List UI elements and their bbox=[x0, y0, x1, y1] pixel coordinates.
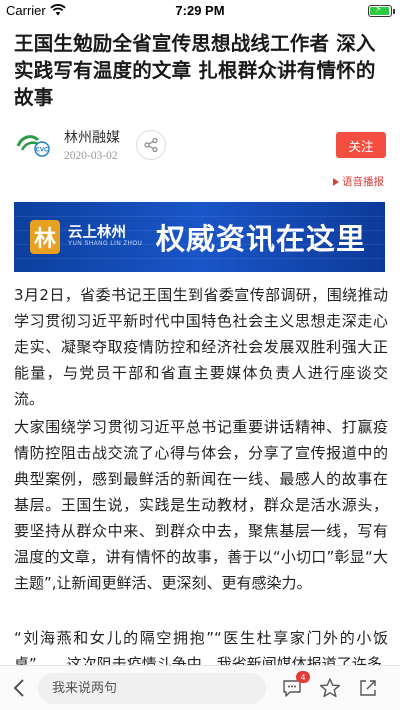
publish-date: 2020-03-02 bbox=[64, 150, 118, 162]
article-paragraph: 大家围绕学习贯彻习近平总书记重要讲话精神、打赢疫情防控阻击战交流了心得与体会，分… bbox=[14, 418, 388, 592]
svg-text:CVC: CVC bbox=[36, 148, 49, 154]
article-paragraph: “刘海燕和女儿的隔空拥抱”“医生杜享家门外的小饭桌”……这次阻击疫情斗争中，我省… bbox=[14, 629, 388, 665]
promo-banner[interactable]: 林 云上林州 YUN SHANG LIN ZHOU 权威资讯在这里 bbox=[14, 202, 385, 272]
article-paragraph: 3月2日，省委书记王国生到省委宣传部调研，围绕推动学习贯彻习近平新时代中国特色社… bbox=[14, 286, 388, 408]
comment-count-badge: 4 bbox=[296, 671, 310, 683]
back-button[interactable] bbox=[9, 677, 29, 699]
source-name[interactable]: 林州融媒 bbox=[64, 127, 120, 147]
banner-slogan: 权威资讯在这里 bbox=[156, 222, 367, 256]
play-icon bbox=[333, 177, 339, 186]
audio-broadcast-button[interactable]: 语音播报 bbox=[333, 174, 384, 189]
comments-button[interactable]: 4 bbox=[280, 671, 310, 700]
favorite-button[interactable] bbox=[318, 676, 342, 700]
status-bar: Carrier 7:29 PM ⚡ bbox=[0, 0, 400, 22]
clock: 7:29 PM bbox=[175, 3, 225, 18]
star-icon bbox=[319, 678, 341, 698]
author-row: CVC 林州融媒 2020-03-02 关注 bbox=[14, 124, 386, 172]
comment-input[interactable]: 我来说两句 bbox=[38, 673, 266, 704]
audio-label: 语音播报 bbox=[342, 176, 384, 188]
banner-brand: 云上林州 bbox=[68, 225, 126, 241]
banner-brand-sub: YUN SHANG LIN ZHOU bbox=[68, 241, 143, 247]
share-button[interactable] bbox=[136, 130, 166, 160]
banner-emblem: 林 bbox=[30, 220, 60, 254]
article-title: 王国生勉励全省宣传思想战线工作者 深入实践写有温度的文章 扎根群众讲有情怀的故事 bbox=[14, 32, 376, 109]
source-logo[interactable]: CVC bbox=[14, 130, 54, 160]
follow-button[interactable]: 关注 bbox=[336, 132, 386, 158]
battery-icon: ⚡ bbox=[368, 4, 395, 17]
share-out-icon bbox=[360, 680, 376, 696]
share-icon bbox=[144, 137, 158, 153]
bottom-toolbar: 我来说两句 4 bbox=[0, 665, 400, 710]
chevron-left-icon bbox=[13, 679, 24, 697]
forward-button[interactable] bbox=[356, 676, 380, 700]
